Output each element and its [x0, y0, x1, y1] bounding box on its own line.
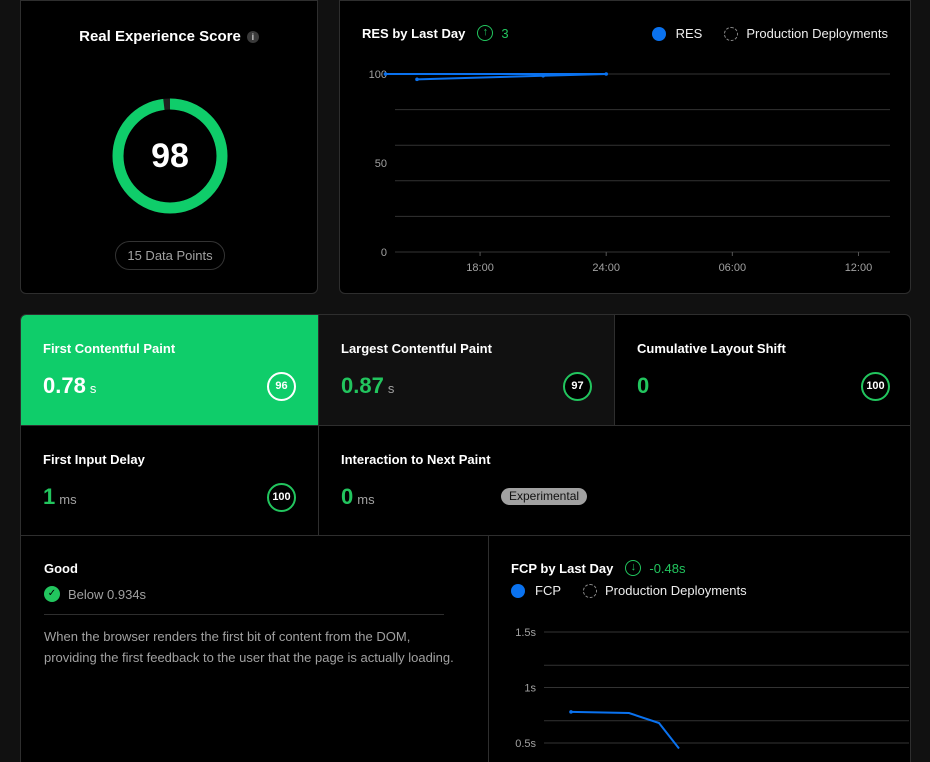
metric-title: First Contentful Paint — [43, 341, 176, 356]
metric-unit: ms — [59, 492, 77, 507]
metric-title: First Input Delay — [43, 452, 145, 467]
y-tick-label: 1.5s — [515, 627, 536, 639]
x-tick-label: 18:00 — [466, 262, 494, 274]
metric-value-number: 0 — [637, 373, 650, 398]
metric-score-badge: 96 — [267, 372, 296, 401]
fcp-chart-header: FCP by Last Day ↓ -0.48s — [511, 560, 686, 576]
res-legend-series[interactable]: RES — [676, 26, 703, 41]
y-tick-label: 1s — [524, 683, 536, 695]
fcp-legend-deployments[interactable]: Production Deployments — [605, 583, 747, 598]
metric-card-lcp[interactable]: Largest Contentful Paint 0.87 s 97 — [319, 315, 615, 426]
arrow-down-circle-icon: ↓ — [625, 560, 642, 576]
metric-value: 0.78 s — [43, 373, 96, 399]
deployments-legend-icon — [583, 583, 597, 598]
metric-title: Largest Contentful Paint — [341, 341, 492, 356]
info-icon[interactable]: i — [246, 31, 259, 44]
res-chart-title: RES by Last Day — [362, 25, 466, 41]
res-legend: RES Production Deployments — [651, 26, 888, 41]
metrics-grid: First Contentful Paint 0.78 s 96 Largest … — [20, 314, 911, 536]
res-data-point — [541, 73, 545, 78]
metric-card-fcp[interactable]: First Contentful Paint 0.78 s 96 — [21, 315, 319, 426]
metric-value: 0.87 s — [341, 373, 394, 399]
detail-panel: Good ✓ Below 0.934s When the browser ren… — [20, 535, 911, 762]
deployments-legend-icon — [724, 26, 739, 41]
score-title-text: Real Experience Score — [79, 28, 241, 45]
y-tick-label: 0 — [381, 247, 387, 259]
metric-value: 0 — [637, 373, 649, 399]
metric-score-badge: 100 — [267, 483, 296, 512]
score-title: Real Experience Score i — [21, 28, 317, 45]
metric-value-number: 0.87 — [341, 373, 384, 398]
res-data-point — [415, 77, 419, 82]
res-delta-value: 3 — [501, 25, 509, 41]
fcp-delta: ↓ -0.48s — [625, 560, 686, 576]
x-tick-label: 06:00 — [719, 262, 747, 274]
x-tick-label: 12:00 — [845, 262, 873, 274]
rating-title: Good — [44, 561, 78, 576]
fcp-legend: FCP Production Deployments — [511, 583, 747, 598]
metric-value: 1 ms — [43, 484, 77, 510]
threshold-row: ✓ Below 0.934s — [44, 586, 146, 602]
divider — [44, 614, 444, 615]
metric-unit: s — [387, 381, 395, 396]
metric-description: When the browser renders the first bit o… — [44, 629, 454, 665]
threshold-text: Below 0.934s — [68, 586, 147, 602]
data-points-pill: 15 Data Points — [115, 241, 225, 270]
metric-score-badge: 100 — [861, 372, 890, 401]
x-tick-label: 24:00 — [592, 262, 620, 274]
metric-score-badge: 97 — [563, 372, 592, 401]
res-legend-dot-icon — [651, 26, 666, 41]
res-chart-header: RES by Last Day ↑ 3 — [362, 25, 509, 41]
metric-value: 0 ms — [341, 484, 375, 510]
metric-title: Cumulative Layout Shift — [637, 341, 786, 356]
experimental-badge: Experimental — [501, 488, 588, 505]
metric-card-cls[interactable]: Cumulative Layout Shift 0 100 — [615, 315, 910, 426]
fcp-chart-title: FCP by Last Day — [511, 560, 614, 576]
y-tick-label: 50 — [375, 158, 387, 170]
res-delta: ↑ 3 — [477, 25, 509, 41]
res-chart-panel: 0 50 100 18:00 24:00 06:00 12:00 RES by Last D… — [339, 0, 911, 294]
y-tick-label: 0.5s — [515, 738, 536, 750]
score-value: 98 — [151, 137, 189, 175]
res-data-point — [383, 72, 388, 76]
fcp-data-point — [569, 710, 573, 714]
metric-value-number: 0 — [341, 484, 354, 509]
fcp-delta-value: -0.48s — [649, 560, 686, 576]
res-chart: 05010018:00 24:00 06:00 12:00 — [369, 69, 890, 274]
metric-title: Interaction to Next Paint — [341, 452, 491, 467]
metric-card-inp[interactable]: Interaction to Next Paint 0 ms Experiment… — [319, 426, 910, 535]
fcp-legend-dot-icon — [511, 583, 525, 598]
metric-value-number: 1 — [43, 484, 56, 509]
score-panel: Real Experience Score i 98 15 Data Points — [20, 0, 318, 294]
metric-unit: ms — [357, 492, 375, 507]
check-circle-icon: ✓ — [44, 586, 60, 602]
res-legend-deployments[interactable]: Production Deployments — [746, 26, 888, 41]
metric-unit: s — [89, 381, 97, 396]
arrow-up-circle-icon: ↑ — [477, 25, 494, 41]
fcp-legend-series[interactable]: FCP — [535, 583, 561, 598]
metric-card-fid[interactable]: First Input Delay 1 ms 100 — [21, 426, 319, 535]
res-data-point — [604, 72, 608, 76]
metric-value-number: 0.78 — [43, 373, 86, 398]
